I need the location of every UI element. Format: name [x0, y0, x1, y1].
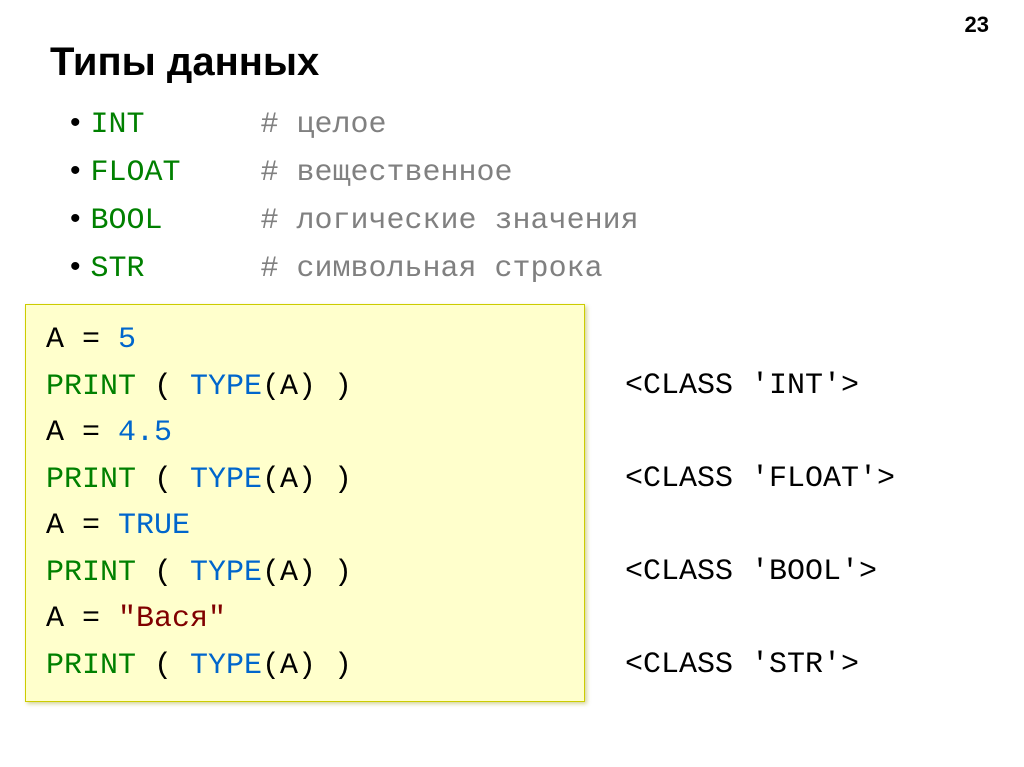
list-item: • STR # символьная строка [70, 244, 974, 292]
code-func: TYPE [190, 556, 262, 590]
bullet-icon: • [70, 100, 81, 145]
slide-title: Типы данных [50, 40, 974, 85]
code-number: 4.5 [118, 416, 172, 450]
output-line: <CLASS 'BOOL'> [625, 549, 895, 596]
code-op: = [64, 509, 118, 543]
type-keyword: FLOAT [91, 151, 261, 196]
bullet-icon: • [70, 244, 81, 289]
code-func: PRINT [46, 370, 136, 404]
bullet-icon: • [70, 196, 81, 241]
code-line: PRINT ( TYPE(A) ) [46, 364, 564, 411]
code-op: = [64, 602, 118, 636]
output-column: <CLASS 'INT'> <CLASS 'FLOAT'> <CLASS 'BO… [585, 304, 895, 688]
code-section: A = 5 PRINT ( TYPE(A) ) A = 4.5 PRINT ( … [50, 304, 974, 702]
code-paren: ( [136, 463, 190, 497]
code-op: = [64, 416, 118, 450]
code-func: TYPE [190, 649, 262, 683]
output-line: <CLASS 'INT'> [625, 363, 895, 410]
output-spacer [625, 409, 895, 456]
type-keyword: STR [91, 247, 261, 292]
code-var: A [46, 416, 64, 450]
code-line: A = 5 [46, 317, 564, 364]
code-func: PRINT [46, 556, 136, 590]
code-func: PRINT [46, 649, 136, 683]
type-comment: # целое [261, 103, 387, 148]
code-paren: (A) ) [262, 370, 352, 404]
code-paren: (A) ) [262, 649, 352, 683]
type-list: • INT # целое • FLOAT # вещественное • B… [50, 100, 974, 292]
output-line: <CLASS 'FLOAT'> [625, 456, 895, 503]
list-item: • FLOAT # вещественное [70, 148, 974, 196]
code-func: TYPE [190, 463, 262, 497]
code-line: A = TRUE [46, 503, 564, 550]
type-comment: # логические значения [261, 199, 639, 244]
code-func: TYPE [190, 370, 262, 404]
code-line: PRINT ( TYPE(A) ) [46, 457, 564, 504]
list-item: • BOOL # логические значения [70, 196, 974, 244]
code-paren: ( [136, 370, 190, 404]
output-spacer [625, 595, 895, 642]
code-paren: ( [136, 556, 190, 590]
type-keyword: INT [91, 103, 261, 148]
output-line: <CLASS 'STR'> [625, 642, 895, 689]
output-spacer [625, 502, 895, 549]
code-op: = [64, 323, 118, 357]
code-paren: (A) ) [262, 463, 352, 497]
code-line: PRINT ( TYPE(A) ) [46, 550, 564, 597]
bullet-icon: • [70, 148, 81, 193]
type-comment: # вещественное [261, 151, 513, 196]
page-number: 23 [965, 12, 989, 38]
code-number: 5 [118, 323, 136, 357]
code-var: A [46, 323, 64, 357]
code-line: PRINT ( TYPE(A) ) [46, 643, 564, 690]
code-var: A [46, 602, 64, 636]
type-comment: # символьная строка [261, 247, 603, 292]
code-paren: ( [136, 649, 190, 683]
list-item: • INT # целое [70, 100, 974, 148]
output-spacer [625, 316, 895, 363]
code-line: A = 4.5 [46, 410, 564, 457]
code-bool: TRUE [118, 509, 190, 543]
code-string: "Вася" [118, 602, 226, 636]
code-var: A [46, 509, 64, 543]
slide-content: Типы данных • INT # целое • FLOAT # веще… [0, 0, 1024, 702]
code-box: A = 5 PRINT ( TYPE(A) ) A = 4.5 PRINT ( … [25, 304, 585, 702]
type-keyword: BOOL [91, 199, 261, 244]
code-func: PRINT [46, 463, 136, 497]
code-paren: (A) ) [262, 556, 352, 590]
code-line: A = "Вася" [46, 596, 564, 643]
